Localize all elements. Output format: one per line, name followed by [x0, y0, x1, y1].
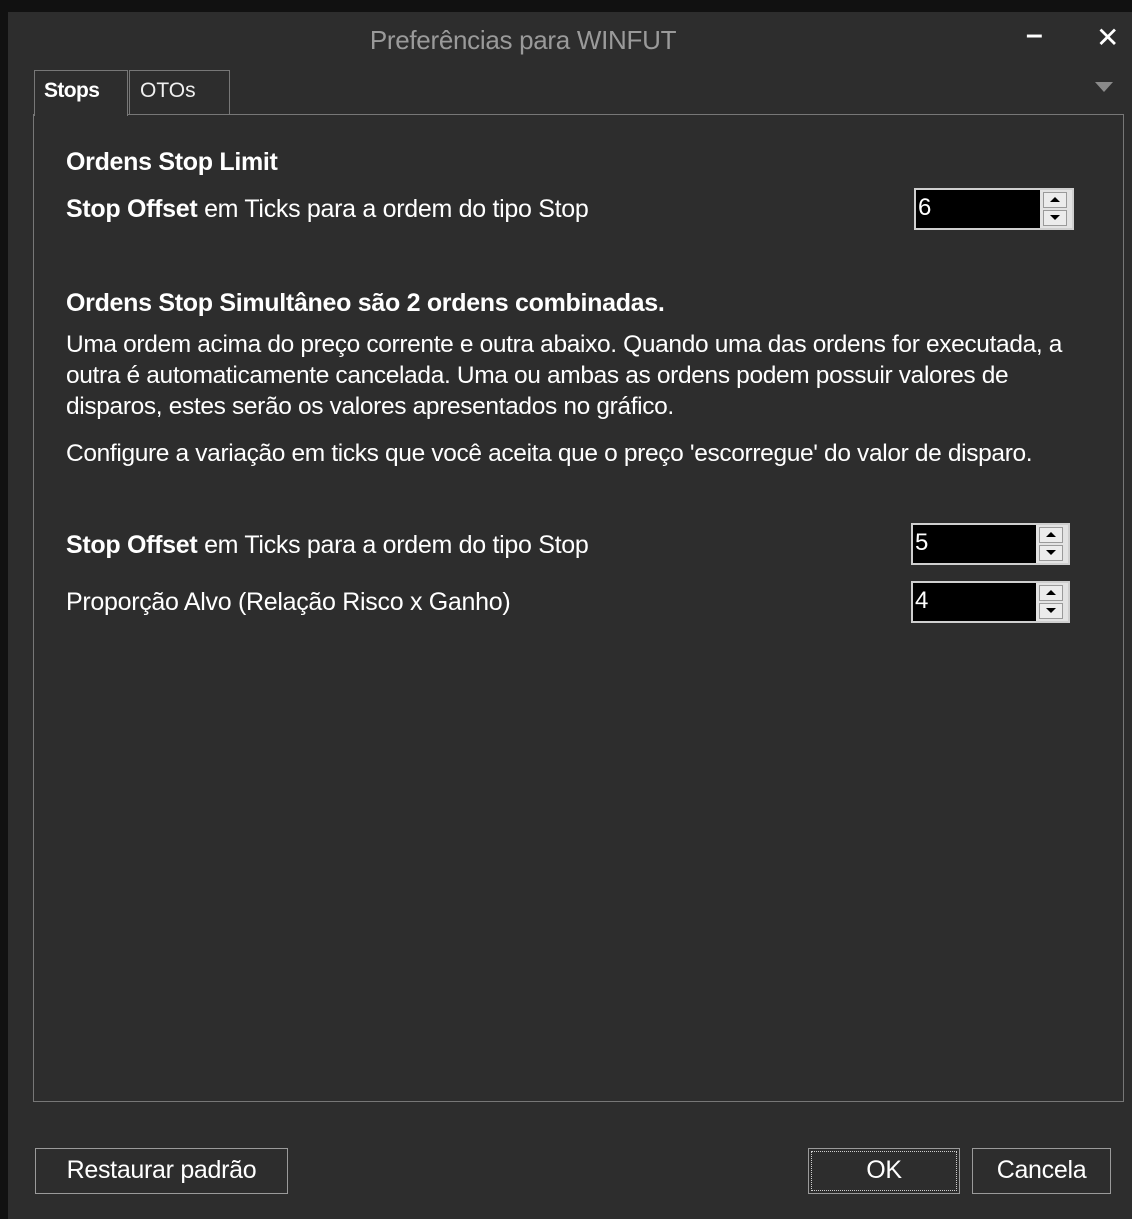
- stepper-buttons: [1036, 525, 1068, 563]
- restore-defaults-button[interactable]: Restaurar padrão: [35, 1148, 288, 1194]
- increment-arrow-icon[interactable]: [1043, 192, 1067, 208]
- tab-stops[interactable]: Stops: [34, 70, 128, 116]
- stop-limit-offset-label: Stop Offset em Ticks para a ordem do tip…: [66, 195, 589, 224]
- cancel-button[interactable]: Cancela: [972, 1148, 1111, 1194]
- stop-simultaneo-description: Uma ordem acima do preço corrente e outr…: [66, 331, 1063, 420]
- stop-limit-offset-label-rest: em Ticks para a ordem do tipo Stop: [197, 195, 589, 223]
- decrement-arrow-icon[interactable]: [1043, 210, 1067, 226]
- close-button[interactable]: ✕: [1096, 23, 1119, 53]
- config-text: Configure a variação em ticks que você a…: [66, 440, 1033, 467]
- increment-arrow-icon[interactable]: [1039, 527, 1063, 543]
- ratio-value[interactable]: 4: [915, 587, 928, 615]
- stop-simultaneo-offset-label-bold: Stop Offset: [66, 531, 198, 559]
- stop-simultaneo-offset-value[interactable]: 5: [915, 529, 928, 557]
- minimize-button[interactable]: –: [1026, 20, 1043, 50]
- ok-button[interactable]: OK: [808, 1148, 960, 1194]
- ratio-stepper[interactable]: 4: [911, 581, 1070, 623]
- window-title: Preferências para WINFUT: [369, 25, 677, 55]
- stop-limit-heading: Ordens Stop Limit: [66, 148, 278, 176]
- tab-otos[interactable]: OTOs: [129, 70, 230, 114]
- stop-simultaneo-offset-stepper[interactable]: 5: [911, 523, 1070, 565]
- preferences-window: Preferências para WINFUT – ✕ Stops OTOs …: [8, 12, 1132, 1219]
- ratio-label: Proporção Alvo (Relação Risco x Ganho): [66, 588, 511, 616]
- stepper-buttons: [1036, 583, 1068, 621]
- stop-simultaneo-offset-label: Stop Offset em Ticks para a ordem do tip…: [66, 531, 589, 560]
- tab-dropdown-arrow-icon[interactable]: [1095, 82, 1113, 92]
- stop-simultaneo-heading: Ordens Stop Simultâneo são 2 ordens comb…: [66, 289, 665, 317]
- stop-limit-offset-label-bold: Stop Offset: [66, 195, 198, 223]
- stop-simultaneo-offset-label-rest: em Ticks para a ordem do tipo Stop: [197, 531, 589, 559]
- decrement-arrow-icon[interactable]: [1039, 545, 1063, 561]
- decrement-arrow-icon[interactable]: [1039, 603, 1063, 619]
- stop-limit-offset-value[interactable]: 6: [918, 194, 931, 222]
- stop-limit-offset-stepper[interactable]: 6: [914, 188, 1074, 230]
- stepper-buttons: [1040, 190, 1072, 228]
- increment-arrow-icon[interactable]: [1039, 585, 1063, 601]
